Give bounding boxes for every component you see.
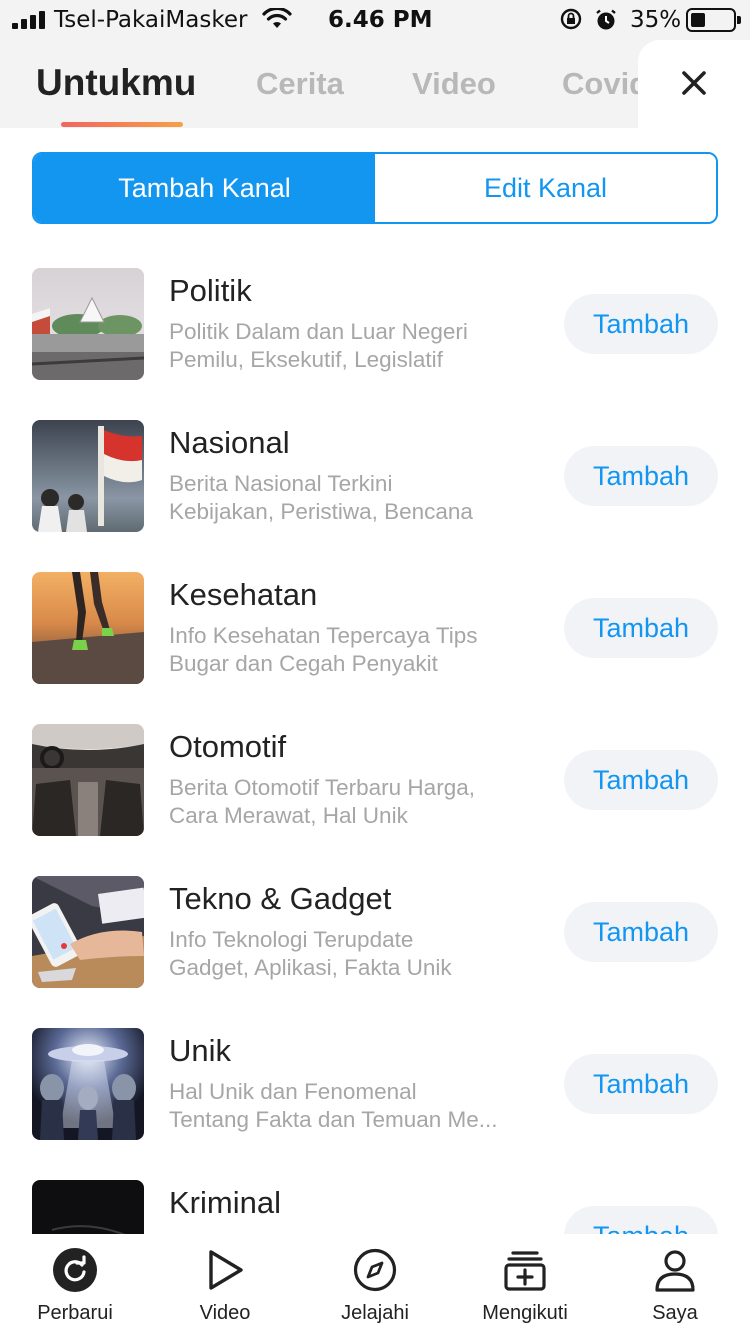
channel-description-line: Politik Dalam dan Luar Negeri	[169, 319, 468, 344]
nav-label: Perbarui	[37, 1302, 113, 1324]
channel-description: Info Kesehatan Tepercaya Tips Bugar dan …	[169, 622, 549, 678]
channel-item-tekno-gadget: Tekno & Gadget Info Teknologi Terupdate …	[0, 876, 750, 988]
tab-video[interactable]: Video	[412, 66, 496, 102]
refresh-icon	[53, 1248, 97, 1292]
clock: 6.46 PM	[328, 7, 433, 33]
tab-covid-clip: Covid	[560, 62, 650, 112]
channel-title: Kesehatan	[169, 577, 318, 612]
rotation-lock-icon	[560, 8, 582, 30]
channel-description: Berita Nasional Terkini Kebijakan, Peris…	[169, 470, 549, 526]
channel-description-line: Kebijakan, Peristiwa, Bencana	[169, 499, 473, 524]
channel-description-line: Info Teknologi Terupdate	[169, 927, 414, 952]
channel-description: Berita Otomotif Terbaru Harga, Cara Mera…	[169, 774, 549, 830]
nav-item-video[interactable]: Video	[150, 1234, 300, 1334]
channel-description-line: Gadget, Aplikasi, Fakta Unik	[169, 955, 452, 980]
active-tab-indicator	[61, 122, 183, 127]
channel-description-line: Cara Merawat, Hal Unik	[169, 803, 408, 828]
ufo-aliens-photo-icon	[32, 1028, 144, 1140]
battery-icon	[686, 8, 741, 32]
nav-label: Saya	[652, 1302, 698, 1324]
status-bar: Tsel-PakaiMasker 6.46 PM 35%	[0, 0, 750, 40]
channel-description-line: Berita Nasional Terkini	[169, 471, 393, 496]
runner-photo-icon	[32, 572, 144, 684]
play-icon	[209, 1250, 243, 1290]
wifi-icon	[262, 8, 292, 28]
tab-covid[interactable]: Covid	[562, 66, 648, 102]
channel-item-kriminal: Kriminal Tambah	[0, 1180, 750, 1234]
compass-icon	[353, 1248, 397, 1292]
nav-item-saya[interactable]: Saya	[600, 1234, 750, 1334]
channel-item-unik: Unik Hal Unik dan Fenomenal Tentang Fakt…	[0, 1028, 750, 1140]
add-channel-button[interactable]: Tambah	[564, 446, 718, 506]
channel-description: Politik Dalam dan Luar Negeri Pemilu, Ek…	[169, 318, 549, 374]
channel-description: Hal Unik dan Fenomenal Tentang Fakta dan…	[169, 1078, 549, 1134]
close-icon[interactable]	[681, 70, 707, 96]
alarm-icon	[596, 9, 616, 30]
channel-title: Kriminal	[169, 1185, 281, 1220]
tab-cerita[interactable]: Cerita	[256, 66, 344, 102]
smartphone-photo-icon	[32, 876, 144, 988]
following-icon	[504, 1251, 546, 1291]
nav-item-jelajahi[interactable]: Jelajahi	[300, 1234, 450, 1334]
channel-description: Info Teknologi Terupdate Gadget, Aplikas…	[169, 926, 549, 982]
monument-flag-photo-icon	[32, 420, 144, 532]
channel-item-nasional: Nasional Berita Nasional Terkini Kebijak…	[0, 420, 750, 532]
nav-label: Mengikuti	[482, 1302, 568, 1324]
channel-description-line: Bugar dan Cegah Penyakit	[169, 651, 438, 676]
channel-item-politik: Politik Politik Dalam dan Luar Negeri Pe…	[0, 268, 750, 380]
channel-description-line: Pemilu, Eksekutif, Legislatif	[169, 347, 443, 372]
dark-scene-photo-icon	[32, 1180, 144, 1234]
add-channel-button[interactable]: Tambah	[564, 1054, 718, 1114]
add-channel-button[interactable]: Tambah	[564, 1206, 718, 1234]
channel-description-line: Hal Unik dan Fenomenal	[169, 1079, 417, 1104]
channel-item-kesehatan: Kesehatan Info Kesehatan Tepercaya Tips …	[0, 572, 750, 684]
parliament-photo-icon	[32, 268, 144, 380]
channel-title: Unik	[169, 1033, 232, 1068]
add-channel-button[interactable]: Tambah	[564, 294, 718, 354]
channel-title: Otomotif	[169, 729, 287, 764]
nav-item-mengikuti[interactable]: Mengikuti	[450, 1234, 600, 1334]
tab-untukmu[interactable]: Untukmu	[36, 62, 196, 104]
profile-icon	[655, 1250, 695, 1292]
channel-item-otomotif: Otomotif Berita Otomotif Terbaru Harga, …	[0, 724, 750, 836]
car-interior-photo-icon	[32, 724, 144, 836]
nav-label: Jelajahi	[341, 1302, 409, 1324]
add-channel-button[interactable]: Tambah	[564, 750, 718, 810]
battery-percentage: 35%	[630, 7, 682, 33]
edit-channel-tab[interactable]: Edit Kanal	[375, 154, 716, 222]
channel-description-line: Tentang Fakta dan Temuan Me...	[169, 1107, 498, 1132]
add-channel-button[interactable]: Tambah	[564, 902, 718, 962]
channel-mode-switch: Tambah Kanal Edit Kanal	[32, 152, 718, 224]
nav-item-perbarui[interactable]: Perbarui	[0, 1234, 150, 1334]
channel-description-line: Berita Otomotif Terbaru Harga,	[169, 775, 475, 800]
channel-title: Tekno & Gadget	[169, 881, 392, 916]
channel-title: Politik	[169, 273, 252, 308]
carrier-name: Tsel-PakaiMasker	[54, 7, 248, 33]
add-channel-tab[interactable]: Tambah Kanal	[34, 154, 375, 222]
add-channel-button[interactable]: Tambah	[564, 598, 718, 658]
bottom-nav: Perbarui Video Jelajahi Mengikuti Saya	[0, 1234, 750, 1334]
channel-description-line: Info Kesehatan Tepercaya Tips	[169, 623, 478, 648]
nav-label: Video	[199, 1302, 251, 1324]
channel-title: Nasional	[169, 425, 290, 460]
signal-strength-icon	[12, 11, 48, 29]
channel-list: Politik Politik Dalam dan Luar Negeri Pe…	[0, 268, 750, 1234]
